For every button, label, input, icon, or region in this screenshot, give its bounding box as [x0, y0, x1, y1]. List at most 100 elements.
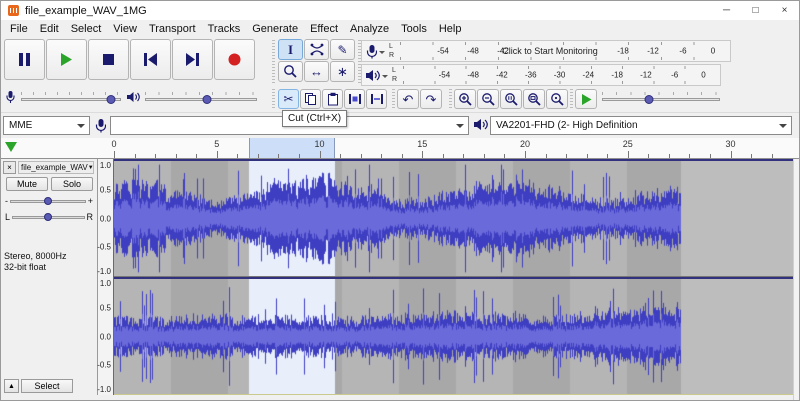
playback-device-dropdown[interactable]: VA2201-FHD (2- High Definition: [490, 116, 792, 135]
minimize-icon[interactable]: ─: [712, 1, 741, 20]
pan-slider[interactable]: [12, 211, 85, 223]
menu-item-tools[interactable]: Tools: [395, 23, 433, 35]
waveform-area[interactable]: [114, 159, 793, 395]
fit-selection-button[interactable]: [500, 89, 522, 109]
recording-volume-slider[interactable]: [21, 91, 121, 106]
amplitude-ruler-channel[interactable]: 1.0 0.5 0.0 -0.5 -1.0: [97, 159, 113, 277]
menu-item-select[interactable]: Select: [65, 23, 108, 35]
toolbar-grip[interactable]: [570, 89, 573, 109]
playback-volume-slider[interactable]: [145, 91, 257, 106]
collapse-track-button[interactable]: ▲: [4, 379, 19, 393]
play-at-speed-icon: [581, 93, 591, 105]
paste-button[interactable]: [322, 89, 343, 109]
meter-db-label: -12: [647, 46, 659, 56]
meter-channel-labels: L R: [390, 65, 399, 85]
timeshift-tool-button[interactable]: ↔: [304, 61, 329, 82]
timeline-tick: [709, 154, 711, 158]
waveform-canvas-left[interactable]: [114, 161, 793, 276]
playback-speed-thumb[interactable]: [644, 95, 654, 104]
track-name-dropdown[interactable]: file_example_WAV ▼: [18, 161, 94, 174]
edit-toolbar: ✂: [278, 89, 387, 109]
recording-meter-scale[interactable]: -54 -48 -42 -18 -12 -6 0 Click to Start Monitor…: [400, 41, 726, 61]
timeline-tick: [566, 154, 568, 158]
skip-to-start-button[interactable]: [130, 39, 171, 80]
track-close-button[interactable]: ×: [3, 161, 16, 174]
silence-audio-button[interactable]: [366, 89, 387, 109]
copy-button[interactable]: [300, 89, 321, 109]
menu-item-analyze[interactable]: Analyze: [344, 23, 395, 35]
waveform-channel-right[interactable]: [114, 277, 793, 395]
meter-monitor-text[interactable]: Click to Start Monitoring: [502, 46, 598, 56]
menu-item-generate[interactable]: Generate: [246, 23, 304, 35]
playback-meter[interactable]: L R -54 -48 -42 -36 -30 -24 -18 -12 -6 0: [361, 64, 721, 86]
device-toolbar: MME VA2201-FHD (2- High Definition: [1, 113, 799, 138]
waveform-canvas-right[interactable]: [114, 279, 793, 394]
recording-volume-thumb[interactable]: [106, 94, 116, 104]
zoom-tool-button[interactable]: [278, 61, 303, 82]
timeline[interactable]: 0 5 10 15 20 25 30: [1, 138, 799, 159]
timeline-tick: [319, 151, 321, 158]
skip-to-end-button[interactable]: [172, 39, 213, 80]
record-button[interactable]: [214, 39, 255, 80]
meter-db-label: -36: [524, 70, 537, 80]
timeline-tick: [360, 154, 362, 158]
menu-item-help[interactable]: Help: [433, 23, 468, 35]
timeline-tick-label: 25: [622, 139, 633, 149]
gain-slider-thumb[interactable]: [43, 197, 52, 205]
vertical-scrollbar[interactable]: [793, 159, 799, 400]
amplitude-ruler[interactable]: 1.0 0.5 0.0 -0.5 -1.0 1.0 0.5 0.0 -0.5 -1.0: [97, 159, 114, 395]
menu-item-effect[interactable]: Effect: [304, 23, 344, 35]
amplitude-ruler-channel[interactable]: 1.0 0.5 0.0 -0.5 -1.0: [97, 277, 113, 395]
mute-button[interactable]: Mute: [6, 177, 48, 191]
playback-speed-slider[interactable]: [602, 92, 720, 106]
pan-slider-thumb[interactable]: [44, 213, 53, 221]
waveform-channel-left[interactable]: [114, 159, 793, 277]
play-at-speed-button[interactable]: [575, 89, 597, 109]
close-icon[interactable]: ×: [770, 1, 799, 20]
audio-host-dropdown[interactable]: MME: [3, 116, 90, 135]
toolbar-grip[interactable]: [449, 89, 452, 109]
timeline-tick: [381, 154, 383, 158]
playback-volume-thumb[interactable]: [202, 94, 212, 104]
select-track-button[interactable]: Select: [21, 379, 73, 393]
fit-project-button[interactable]: [523, 89, 545, 109]
toolbar-grip[interactable]: [272, 40, 275, 84]
playback-meter-scale[interactable]: -54 -48 -42 -36 -30 -24 -18 -12 -6 0: [403, 65, 716, 85]
selection-tool-button[interactable]: I: [278, 39, 303, 60]
zoom-in-button[interactable]: [454, 89, 476, 109]
amplitude-label: 1.0: [99, 279, 111, 288]
window-title: file_example_WAV_1MG: [25, 4, 147, 17]
menu-item-transport[interactable]: Transport: [143, 23, 202, 35]
timeline-ruler[interactable]: 0 5 10 15 20 25 30: [1, 138, 799, 158]
zoom-toggle-button[interactable]: [546, 89, 568, 109]
solo-button[interactable]: Solo: [51, 177, 93, 191]
trim-audio-button[interactable]: [344, 89, 365, 109]
maximize-icon[interactable]: □: [741, 1, 770, 20]
menu-item-edit[interactable]: Edit: [34, 23, 65, 35]
multi-tool-button[interactable]: ∗: [330, 61, 355, 82]
redo-button[interactable]: ↷: [420, 89, 442, 109]
undo-button[interactable]: ↶: [397, 89, 419, 109]
skip-to-end-icon: [186, 53, 199, 66]
meter-left-label: L: [389, 43, 393, 50]
draw-tool-button[interactable]: ✎: [330, 39, 355, 60]
meter-db-label: -6: [679, 46, 687, 56]
toolbar-grip[interactable]: [392, 89, 395, 109]
timeline-tick: [442, 154, 444, 158]
pause-button[interactable]: [4, 39, 45, 80]
envelope-tool-button[interactable]: [304, 39, 329, 60]
menu-item-view[interactable]: View: [107, 23, 143, 35]
play-button[interactable]: [46, 39, 87, 80]
gain-slider[interactable]: [10, 195, 86, 207]
zoom-out-button[interactable]: [477, 89, 499, 109]
paste-icon: [327, 92, 338, 106]
meter-db-label: 0: [710, 46, 716, 56]
amplitude-label: 0.5: [99, 185, 111, 195]
stop-button[interactable]: [88, 39, 129, 80]
microphone-icon: [362, 41, 378, 61]
menu-item-tracks[interactable]: Tracks: [202, 23, 247, 35]
menu-item-file[interactable]: File: [4, 23, 34, 35]
recording-meter[interactable]: L R -54 -48 -42 -18 -12 -6 0 Click to Start Mon…: [361, 40, 731, 62]
toolbar-grip[interactable]: [272, 89, 275, 109]
cut-button[interactable]: ✂: [278, 89, 299, 109]
